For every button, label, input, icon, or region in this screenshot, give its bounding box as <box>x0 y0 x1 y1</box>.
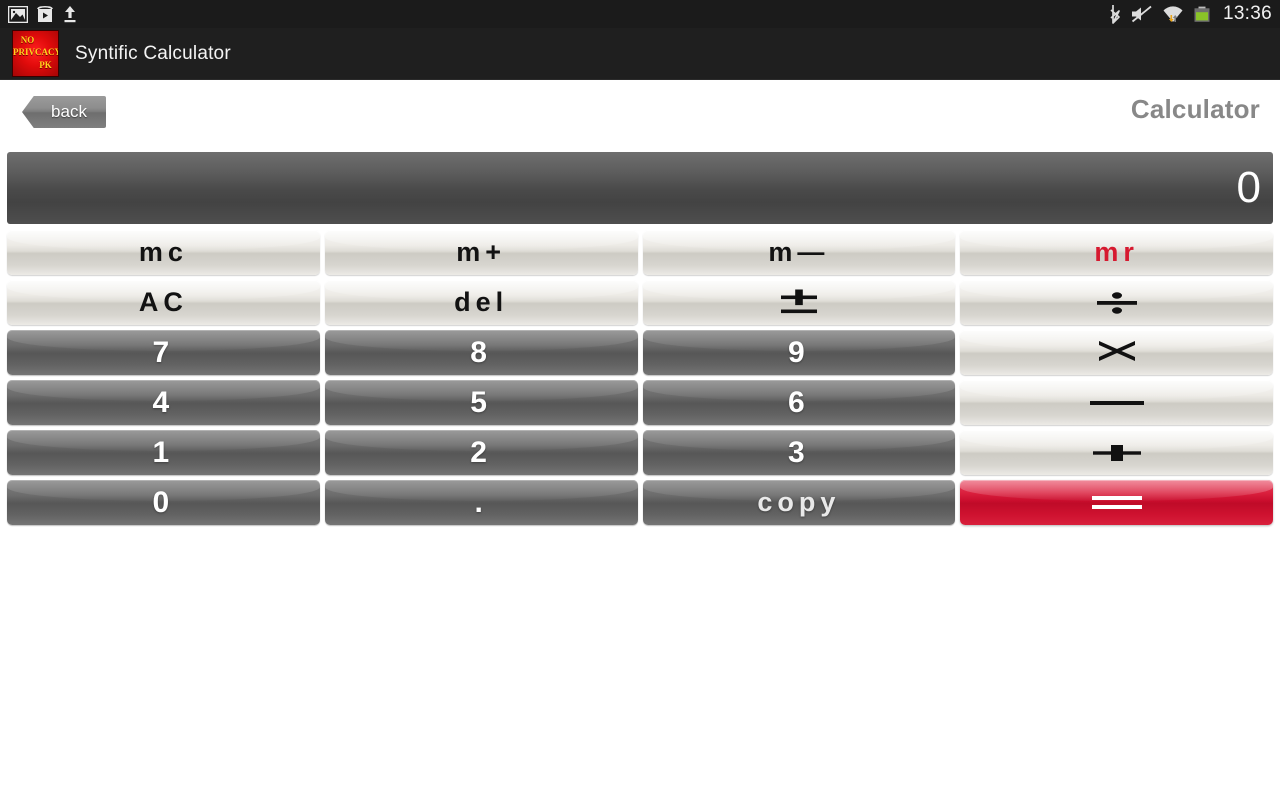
digit-3-label: 3 <box>788 435 810 469</box>
keypad-row: 7 8 9 <box>7 330 1273 375</box>
memory-clear-button[interactable]: mc <box>7 230 320 275</box>
keypad-row: 1 2 3 <box>7 430 1273 475</box>
app-icon: NO PRIVCACY PK <box>12 30 59 77</box>
all-clear-button[interactable]: AC <box>7 280 320 325</box>
app-title-bar: NO PRIVCACY PK Syntific Calculator <box>0 28 1280 80</box>
digit-7-label: 7 <box>152 335 175 369</box>
add-icon <box>1087 438 1147 468</box>
copy-label: copy <box>757 487 841 517</box>
digit-4-button[interactable]: 4 <box>7 380 320 425</box>
calculator-keypad: mc m+ m— mr AC del 7 8 9 4 5 6 1 2 3 0. copy <box>7 230 1273 530</box>
subtract-button[interactable] <box>960 380 1273 425</box>
app-icon-line-2: PRIVCACY <box>13 47 59 57</box>
digit-5-label: 5 <box>470 385 492 419</box>
multiply-button[interactable] <box>960 330 1273 375</box>
keypad-row: 0. copy <box>7 480 1273 525</box>
back-button-label: back <box>51 102 87 121</box>
digit-1-button[interactable]: 1 <box>7 430 320 475</box>
keypad-row: 4 5 6 <box>7 380 1273 425</box>
add-button[interactable] <box>960 430 1273 475</box>
subtract-icon <box>1082 388 1152 418</box>
digit-7-button[interactable]: 7 <box>7 330 320 375</box>
keypad-row: AC del <box>7 280 1273 325</box>
digit-8-button[interactable]: 8 <box>324 330 638 375</box>
memory-add-label: m+ <box>456 237 507 267</box>
divide-icon <box>1089 288 1145 318</box>
delete-label: del <box>454 287 509 317</box>
decimal-point-button[interactable]: . <box>324 480 638 525</box>
status-bar-right-icons: 13:36 <box>1109 3 1272 25</box>
digit-2-label: 2 <box>470 435 492 469</box>
digit-0-label: 0 <box>152 485 175 519</box>
digit-6-button[interactable]: 6 <box>642 380 956 425</box>
divide-button[interactable] <box>960 280 1273 325</box>
status-bar-clock: 13:36 <box>1222 3 1272 24</box>
digit-0-button[interactable]: 0 <box>7 480 320 525</box>
status-bar: 13:36 <box>0 0 1280 28</box>
volume-mute-icon <box>1131 5 1153 23</box>
decimal-point-label: . <box>474 485 488 519</box>
equals-button[interactable] <box>960 480 1273 525</box>
digit-6-label: 6 <box>788 385 810 419</box>
memory-recall-label: mr <box>1094 237 1139 267</box>
digit-9-label: 9 <box>788 335 810 369</box>
memory-subtract-button[interactable]: m— <box>642 230 956 275</box>
plus-minus-button[interactable] <box>642 280 956 325</box>
copy-button[interactable]: copy <box>642 480 956 525</box>
multiply-icon <box>1089 338 1145 368</box>
digit-5-button[interactable]: 5 <box>324 380 638 425</box>
digit-3-button[interactable]: 3 <box>642 430 956 475</box>
app-icon-line-1: NO <box>20 35 35 45</box>
page-title: Calculator <box>1130 94 1260 124</box>
battery-icon <box>1193 6 1211 23</box>
plus-minus-icon <box>771 288 827 318</box>
memory-recall-button[interactable]: mr <box>960 230 1273 275</box>
digit-4-label: 4 <box>152 385 175 419</box>
equals-icon <box>1082 490 1152 516</box>
all-clear-label: AC <box>138 287 188 317</box>
memory-subtract-label: m— <box>768 237 830 267</box>
navigation-row: back Calculator <box>0 80 1280 148</box>
play-store-icon <box>36 5 54 23</box>
digit-1-label: 1 <box>152 435 175 469</box>
back-button[interactable]: back <box>22 96 106 128</box>
digit-2-button[interactable]: 2 <box>324 430 638 475</box>
digit-8-label: 8 <box>470 335 492 369</box>
display-value: 0 <box>1236 163 1261 212</box>
image-icon <box>8 5 28 23</box>
app-icon-line-3: PK <box>39 60 52 70</box>
wifi-icon <box>1162 5 1184 24</box>
upload-icon <box>62 5 78 23</box>
digit-9-button[interactable]: 9 <box>642 330 956 375</box>
keypad-row: mc m+ m— mr <box>7 230 1273 275</box>
memory-add-button[interactable]: m+ <box>324 230 638 275</box>
status-bar-left-icons <box>8 5 78 23</box>
app-name-label: Syntific Calculator <box>75 42 231 64</box>
calculator-display: 0 <box>7 152 1273 224</box>
bluetooth-icon <box>1109 4 1122 24</box>
memory-clear-label: mc <box>138 237 188 267</box>
delete-button[interactable]: del <box>324 280 638 325</box>
